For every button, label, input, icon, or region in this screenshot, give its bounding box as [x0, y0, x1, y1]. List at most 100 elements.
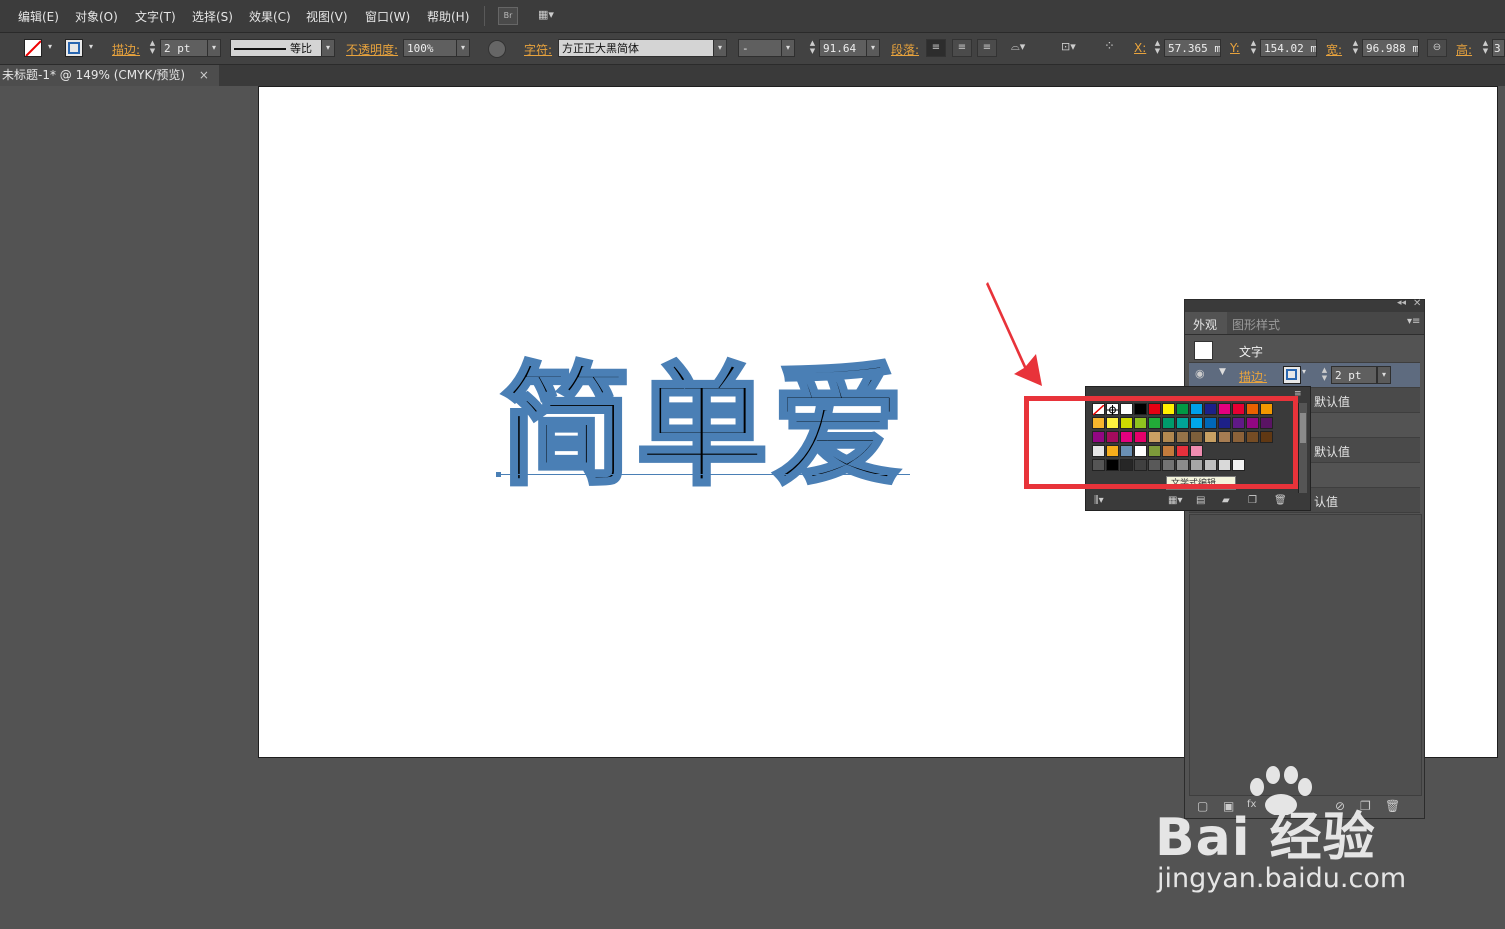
object-type-label: 文字 [1239, 345, 1264, 359]
width-label[interactable]: 宽: [1326, 41, 1342, 58]
menu-object[interactable]: 对象(O) [75, 8, 118, 25]
width-spinner-icon[interactable]: ▲ ▼ [1350, 39, 1361, 57]
stroke-weight-field[interactable]: 2 pt [160, 39, 208, 57]
fill-dropdown-chevron-icon[interactable]: ▾ [43, 39, 57, 57]
stroke-dropdown-chevron-icon[interactable]: ▾ [84, 39, 98, 57]
menu-select[interactable]: 选择(S) [192, 8, 233, 25]
annotation-arrow [986, 282, 1042, 386]
menu-view[interactable]: 视图(V) [306, 8, 348, 25]
stroke-label[interactable]: 描边: [112, 41, 140, 58]
align-center-icon[interactable]: ≡ [952, 39, 972, 57]
transform-reference-icon[interactable]: ⊡▾ [1061, 40, 1076, 53]
document-tab-title: 未标题-1* @ 149% (CMYK/预览) [2, 68, 186, 82]
panel-stroke-chevron-icon[interactable]: ▾ [1302, 367, 1306, 376]
x-label[interactable]: X: [1134, 41, 1146, 55]
new-color-group-icon[interactable]: ▰ [1222, 495, 1230, 506]
appearance-list-empty-area [1189, 514, 1422, 796]
tab-appearance[interactable]: 外观 [1193, 316, 1217, 333]
menu-type[interactable]: 文字(T) [135, 8, 176, 25]
recolor-artwork-icon[interactable] [488, 40, 506, 58]
stroke-profile-field[interactable]: 等比 [230, 39, 322, 57]
panel-menu-icon[interactable]: ▾≡ [1407, 316, 1420, 327]
font-size-spinner-icon[interactable]: ▲ ▼ [807, 39, 818, 57]
close-tab-icon[interactable]: × [199, 68, 209, 82]
width-field[interactable]: 96.988 mm [1362, 39, 1419, 57]
delete-swatch-icon[interactable]: 🗑 [1274, 495, 1287, 506]
object-thumbnail-icon [1194, 341, 1213, 360]
watermark-brand: Bai 经验 [1155, 808, 1376, 868]
align-left-icon[interactable]: ≡ [926, 39, 946, 57]
opacity-default-1: 默认值 [1314, 395, 1351, 409]
panel-title-bar[interactable]: ◂◂ ✕ [1185, 298, 1424, 312]
tab-graphic-styles[interactable]: 图形样式 [1232, 316, 1280, 333]
opacity-label[interactable]: 不透明度: [346, 41, 398, 58]
panel-stroke-swatch-icon[interactable] [1283, 366, 1301, 384]
font-size-field[interactable]: 91.64 [819, 39, 867, 57]
envelope-warp-icon[interactable]: ⌓▾ [1011, 40, 1025, 54]
constrain-proportions-link-icon[interactable]: ⊖ [1427, 39, 1447, 57]
menu-effect[interactable]: 效果(C) [249, 8, 291, 25]
show-swatch-kinds-icon[interactable]: ▦▾ [1168, 495, 1182, 506]
height-field[interactable]: 3 [1492, 39, 1505, 57]
opacity-chevron-icon[interactable]: ▾ [456, 39, 470, 57]
font-style-field[interactable]: - [738, 39, 782, 57]
y-spinner-icon[interactable]: ▲ ▼ [1248, 39, 1259, 57]
new-swatch-icon[interactable]: ❐ [1248, 495, 1257, 506]
font-family-field[interactable]: 方正正大黑简体 [558, 39, 714, 57]
stroke-weight-spinner-icon[interactable]: ▲ ▼ [147, 39, 158, 57]
height-label[interactable]: 高: [1456, 41, 1472, 58]
text-anchor-point[interactable] [496, 472, 501, 477]
menu-bar: 编辑(E) 对象(O) 文字(T) 选择(S) 效果(C) 视图(V) 窗口(W… [0, 0, 1505, 33]
text-baseline-guide [498, 474, 910, 475]
stroke-profile-chevron-icon[interactable]: ▾ [321, 39, 335, 57]
stroke-attribute-row[interactable]: ◉ ▼ 描边: ▾ ▲ ▼ 2 pt ▾ [1189, 363, 1420, 388]
panel-stroke-weight-chevron-icon[interactable]: ▾ [1377, 366, 1391, 384]
expand-triangle-icon[interactable]: ▼ [1219, 367, 1226, 377]
appearance-panel: ◂◂ ✕ 外观 图形样式 ▾≡ 文字 ◉ ▼ 描边: ▾ ▲ ▼ 2 pt ▾ 默… [1184, 298, 1425, 819]
document-tab[interactable]: 未标题-1* @ 149% (CMYK/预览) × [0, 65, 219, 86]
y-position-field[interactable]: 154.02 mm [1260, 39, 1317, 57]
align-right-icon[interactable]: ≡ [977, 39, 997, 57]
close-panel-icon[interactable]: ✕ [1413, 298, 1421, 309]
selected-text-object[interactable]: 简单爱 [498, 350, 908, 504]
fill-none-swatch-icon[interactable] [24, 39, 42, 57]
menu-divider [484, 6, 485, 26]
x-spinner-icon[interactable]: ▲ ▼ [1152, 39, 1163, 57]
font-size-chevron-icon[interactable]: ▾ [866, 39, 880, 57]
stroke-profile-text: 等比 [290, 42, 312, 55]
opacity-field[interactable]: 100% [403, 39, 457, 57]
x-position-field[interactable]: 57.365 mm [1164, 39, 1221, 57]
reference-point-grid-icon[interactable]: ⁘ [1104, 39, 1115, 54]
paragraph-label[interactable]: 段落: [891, 41, 919, 58]
menu-edit[interactable]: 编辑(E) [18, 8, 59, 25]
panel-stroke-weight-field[interactable]: 2 pt [1331, 366, 1377, 384]
font-style-chevron-icon[interactable]: ▾ [781, 39, 795, 57]
stroke-swatch-icon[interactable] [65, 39, 83, 57]
font-family-chevron-icon[interactable]: ▾ [713, 39, 727, 57]
panel-stroke-spinner-icon[interactable]: ▲ ▼ [1319, 366, 1330, 384]
y-label[interactable]: Y: [1230, 41, 1240, 55]
swatch-scrollbar[interactable] [1298, 403, 1307, 493]
collapse-panel-icon[interactable]: ◂◂ [1397, 298, 1406, 308]
visibility-eye-icon[interactable]: ◉ [1195, 367, 1205, 380]
swatch-popup-toolbar: ⫼▾ ▦▾ ▤ ▰ ❐ 🗑 [1086, 495, 1310, 510]
opacity-default-3: 认值 [1314, 495, 1339, 509]
watermark-url: jingyan.baidu.com [1157, 863, 1407, 894]
stroke-profile-line-icon [234, 48, 286, 50]
character-label[interactable]: 字符: [524, 41, 552, 58]
menu-help[interactable]: 帮助(H) [427, 8, 469, 25]
opacity-default-2: 默认值 [1314, 445, 1351, 459]
bridge-button[interactable]: Br [498, 7, 518, 25]
panel-tab-strip: 外观 图形样式 ▾≡ [1185, 312, 1424, 335]
workspace-layout-icon[interactable]: ▦▾ [538, 8, 566, 24]
swatch-library-icon[interactable]: ⫼▾ [1094, 495, 1104, 506]
panel-stroke-label[interactable]: 描边: [1239, 368, 1267, 385]
menu-window[interactable]: 窗口(W) [365, 8, 410, 25]
annotation-highlight-box [1024, 396, 1298, 489]
stroke-weight-chevron-icon[interactable]: ▾ [207, 39, 221, 57]
height-spinner-icon[interactable]: ▲ ▼ [1480, 39, 1491, 57]
delete-item-icon[interactable]: 🗑 [1385, 799, 1400, 813]
control-bar: ▾ ▾ 描边: ▲ ▼ 2 pt ▾ 等比 ▾ 不透明度: 100% ▾ 字符: … [0, 33, 1505, 65]
swatch-options-icon[interactable]: ▤ [1196, 495, 1205, 506]
object-type-row: 文字 [1189, 336, 1420, 363]
